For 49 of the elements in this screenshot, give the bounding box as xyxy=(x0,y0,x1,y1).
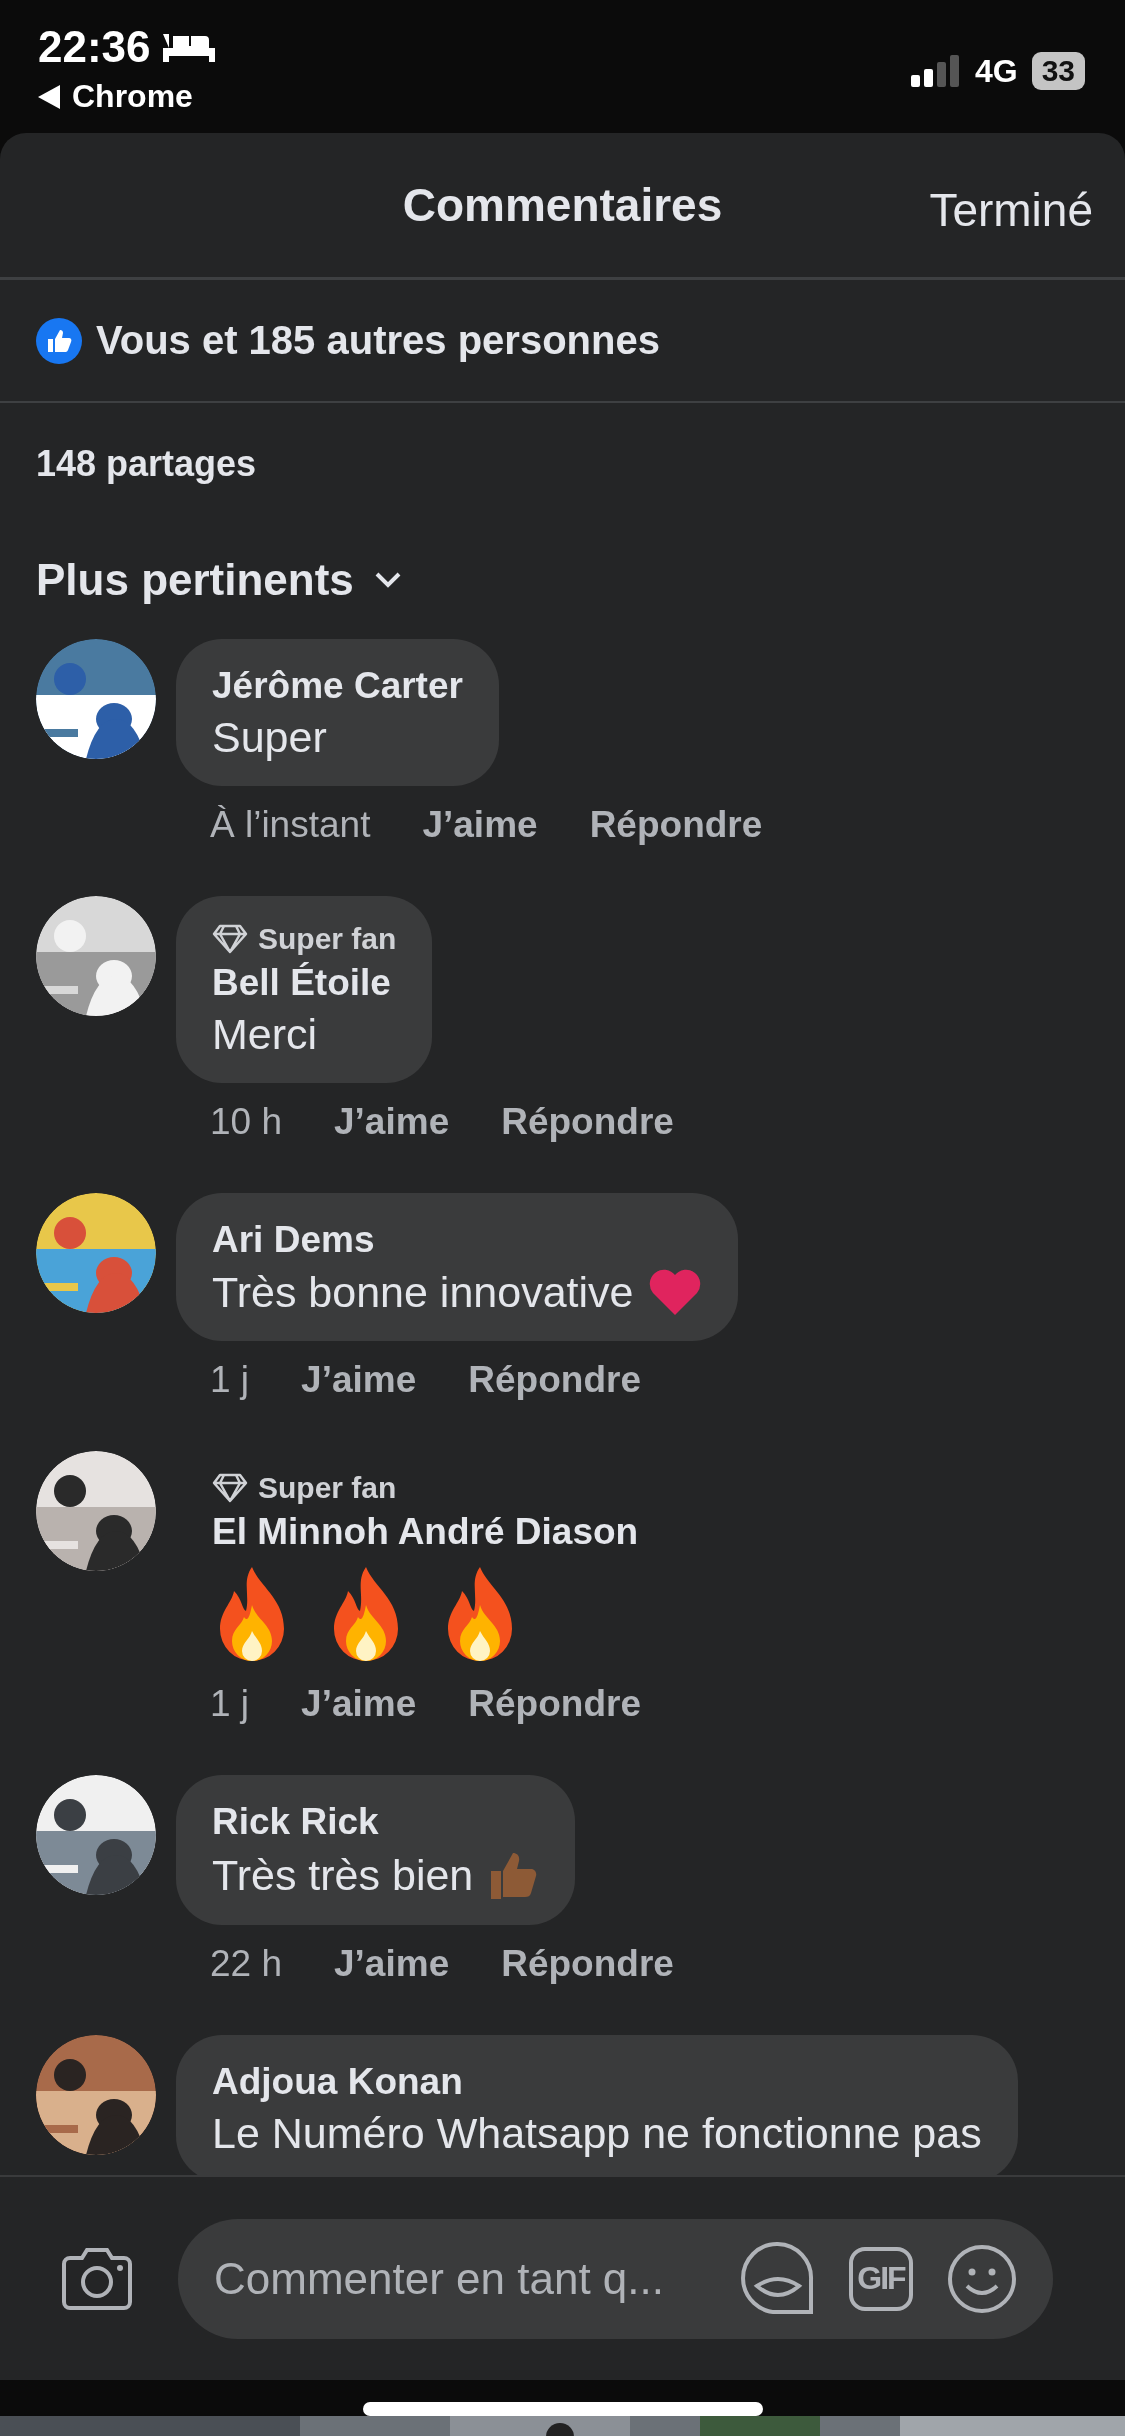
back-link[interactable]: Chrome xyxy=(72,78,193,115)
comment-time: 1 j xyxy=(210,1359,250,1401)
comment-field[interactable]: Commenter en tant q... xyxy=(214,2253,707,2304)
reactions-summary[interactable]: Vous et 185 autres personnes xyxy=(96,318,660,363)
author-name[interactable]: El Minnoh André Diason xyxy=(212,1511,639,1553)
emoji-icon[interactable] xyxy=(947,2243,1017,2314)
author-name[interactable]: Jérôme Carter xyxy=(212,665,463,707)
comment-text: Super xyxy=(212,713,327,762)
reply-link[interactable]: Répondre xyxy=(589,804,763,846)
network-type: 4G xyxy=(974,52,1018,90)
author-name[interactable]: Rick Rick xyxy=(212,1801,540,1843)
author-name[interactable]: Ari Dems xyxy=(212,1219,702,1261)
badge-label: Super fan xyxy=(258,1471,397,1505)
like-link[interactable]: J’aime xyxy=(334,1101,450,1143)
comment-text: Très très bien xyxy=(212,1850,474,1900)
comment-time: 22 h xyxy=(210,1943,282,1985)
like-icon xyxy=(36,317,82,364)
reply-link[interactable]: Répondre xyxy=(501,1101,674,1143)
gif-button[interactable]: GIF xyxy=(849,2246,913,2311)
clock-time: 22:36 xyxy=(38,22,151,72)
like-link[interactable]: J’aime xyxy=(422,804,538,846)
comment-time: 10 h xyxy=(210,1101,282,1143)
badge-label: Super fan xyxy=(258,922,397,956)
comment-time: À l’instant xyxy=(210,804,371,846)
comment-time: 1 j xyxy=(210,1683,250,1725)
reply-link[interactable]: Répondre xyxy=(501,1943,674,1985)
sort-dropdown[interactable]: Plus pertinents xyxy=(36,555,402,605)
reply-link[interactable]: Répondre xyxy=(468,1683,641,1725)
diamond-icon xyxy=(212,924,248,954)
author-name[interactable]: Adjoua Konan xyxy=(212,2061,982,2103)
done-button[interactable]: Terminé xyxy=(929,173,1093,247)
comment-text: Très bonne innovative xyxy=(212,1267,634,1317)
back-icon[interactable] xyxy=(38,84,60,109)
sticker-icon[interactable] xyxy=(741,2241,815,2316)
diamond-icon xyxy=(212,1473,248,1503)
shares-count[interactable]: 148 partages xyxy=(0,403,1125,485)
sheet-title: Commentaires xyxy=(402,178,723,232)
like-link[interactable]: J’aime xyxy=(301,1683,417,1725)
comment-text: Le Numéro Whatsapp ne fonctionne pas xyxy=(212,2109,982,2158)
comment-text: Merci xyxy=(212,1010,318,1059)
signal-icon xyxy=(910,55,961,87)
heart-icon xyxy=(647,1267,702,1317)
like-link[interactable]: J’aime xyxy=(301,1359,417,1401)
like-link[interactable]: J’aime xyxy=(334,1943,450,1985)
battery-level: 33 xyxy=(1031,52,1085,90)
chevron-down-icon xyxy=(373,571,402,589)
camera-icon[interactable] xyxy=(60,2245,134,2312)
reply-link[interactable]: Répondre xyxy=(468,1359,641,1401)
author-name[interactable]: Bell Étoile xyxy=(212,962,397,1004)
